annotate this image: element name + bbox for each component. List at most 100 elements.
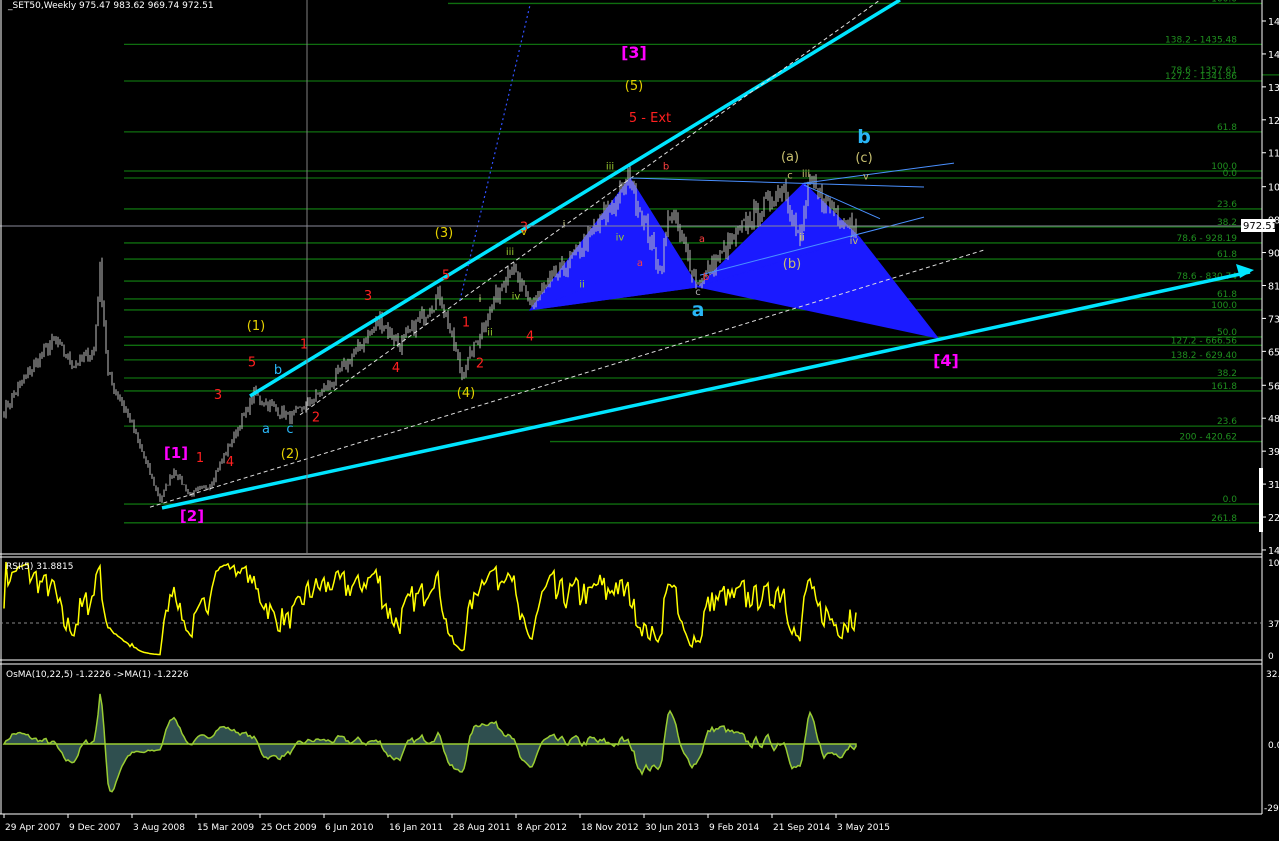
price-tick-label: 227.84	[1268, 513, 1279, 524]
price-tick-label: 1495.19	[1268, 17, 1279, 28]
wave-label: (a)	[781, 150, 799, 165]
wave-label: 1	[196, 451, 204, 466]
wave-label: 4	[226, 455, 234, 470]
wave-label: 1	[462, 315, 470, 330]
wave-label: iv	[512, 291, 521, 302]
fib-level-label: 138.2 - 1435.48	[1165, 35, 1237, 45]
price-chart[interactable]: 100.0138.2 - 1435.4878.6 - 1357.61127.2 …	[0, 0, 1279, 841]
fib-level-label: 261.8	[1211, 514, 1237, 524]
price-tick-label: 396.14	[1268, 447, 1279, 458]
wave-label: c	[286, 422, 293, 437]
wave-label: (4)	[457, 386, 475, 401]
fib-level-label: 200 - 420.62	[1179, 433, 1237, 443]
wave-label: [1]	[164, 444, 188, 462]
date-tick-label: 8 Apr 2012	[517, 823, 567, 833]
fib-level-label: 78.6 - 928.19	[1177, 234, 1238, 244]
rsi-level-37: 37	[1268, 620, 1279, 630]
wave-label: a	[262, 422, 270, 437]
wave-label: v	[863, 172, 869, 183]
wave-label: ii	[799, 232, 805, 243]
date-tick-label: 3 Aug 2008	[133, 823, 185, 833]
osma-level-min: -29.1852	[1264, 804, 1279, 814]
scrollbar-thumb[interactable]	[1259, 468, 1263, 532]
date-tick-label: 15 Mar 2009	[197, 823, 254, 833]
wave-label: [3]	[621, 43, 647, 62]
wave-label: iv	[850, 236, 859, 247]
wave-label: (b)	[783, 257, 801, 272]
wave-label: 4	[392, 361, 400, 376]
wave-label: 3	[214, 388, 222, 403]
osma-label: OsMA(10,22,5) -1.2226 ->MA(1) -1.2226	[6, 670, 189, 680]
wave-label: b	[857, 126, 871, 148]
symbol-header: _SET50,Weekly 975.47 983.62 969.74 972.5…	[7, 1, 214, 11]
wave-label: 5	[248, 355, 256, 370]
wave-label: 5	[442, 268, 450, 283]
wave-label: (c)	[855, 151, 872, 166]
fib-level-label: 100.0	[1211, 0, 1237, 4]
price-tick-label: 1071.89	[1268, 183, 1279, 194]
wave-label: 5 - Ext	[629, 111, 671, 126]
price-tick-label: 735.29	[1268, 314, 1279, 325]
date-tick-label: 25 Oct 2009	[261, 823, 317, 833]
price-tick-label: 1242.74	[1268, 116, 1279, 127]
wave-label: iii	[606, 161, 614, 172]
wave-label: ii	[487, 327, 493, 338]
wave-label: [2]	[180, 507, 204, 525]
wave-label: b	[663, 161, 669, 172]
wave-label: c	[695, 287, 701, 298]
price-tick-label: 480.29	[1268, 414, 1279, 425]
fib-level-label: 61.8	[1217, 250, 1237, 260]
wave-label: iii	[802, 169, 810, 180]
fib-level-label: 161.8	[1211, 382, 1237, 392]
wave-label: 2	[312, 410, 320, 425]
date-tick-label: 21 Sep 2014	[773, 823, 830, 833]
wave-label: 4	[526, 329, 534, 344]
rsi-label: RSI(5) 31.8815	[6, 562, 73, 572]
wave-label: i	[479, 294, 482, 305]
date-tick-label: 9 Feb 2014	[709, 823, 760, 833]
wave-label: iv	[616, 232, 625, 243]
date-tick-label: 29 Apr 2007	[5, 823, 61, 833]
wave-label: (3)	[435, 226, 453, 241]
wave-label: iii	[506, 247, 514, 258]
fib-level-label: 23.6	[1217, 200, 1237, 210]
date-tick-label: 18 Nov 2012	[581, 823, 639, 833]
price-tick-label: 1326.89	[1268, 83, 1279, 94]
fib-level-label: 138.2 - 629.40	[1171, 351, 1237, 361]
price-tick-label: 903.59	[1268, 249, 1279, 260]
date-tick-label: 16 Jan 2011	[389, 823, 443, 833]
wave-label: v	[521, 227, 527, 238]
fib-level-label: 0.0	[1223, 169, 1238, 179]
wave-label: (2)	[281, 447, 299, 462]
wave-label: i	[563, 219, 566, 230]
current-price-value: 972.51	[1243, 221, 1278, 232]
price-tick-label: 1411.04	[1268, 50, 1279, 61]
price-tick-label: 819.44	[1268, 281, 1279, 292]
wave-label: c	[787, 170, 793, 181]
wave-label: a	[699, 234, 705, 245]
osma-level-max: 32.0958	[1266, 670, 1279, 680]
price-tick-label: 311.99	[1268, 480, 1279, 491]
date-tick-label: 6 Jun 2010	[325, 823, 374, 833]
wave-label: 2	[476, 356, 484, 371]
wave-label: (1)	[247, 319, 265, 334]
fib-level-label: 23.6	[1217, 417, 1237, 427]
price-tick-label: 651.14	[1268, 347, 1279, 358]
wave-label: b	[703, 272, 709, 283]
fib-level-label: 127.2 - 666.56	[1171, 336, 1237, 346]
price-tick-label: 564.44	[1268, 381, 1279, 392]
wave-label: [4]	[933, 351, 959, 370]
fib-level-label: 61.8	[1217, 290, 1237, 300]
date-tick-label: 28 Aug 2011	[453, 823, 511, 833]
date-tick-label: 30 Jun 2013	[645, 823, 699, 833]
rsi-level-0: 0	[1268, 652, 1274, 662]
wave-label: ii	[579, 280, 585, 291]
fib-level-label: 127.2 - 1341.86	[1165, 72, 1237, 82]
date-tick-label: 9 Dec 2007	[69, 823, 121, 833]
wave-label: a	[692, 299, 705, 321]
date-tick-label: 3 May 2015	[837, 823, 890, 833]
fib-level-label: 38.2	[1217, 369, 1237, 379]
wave-label: 3	[364, 289, 372, 304]
price-tick-label: 143.69	[1268, 546, 1279, 557]
price-tick-label: 1158.59	[1268, 149, 1279, 160]
